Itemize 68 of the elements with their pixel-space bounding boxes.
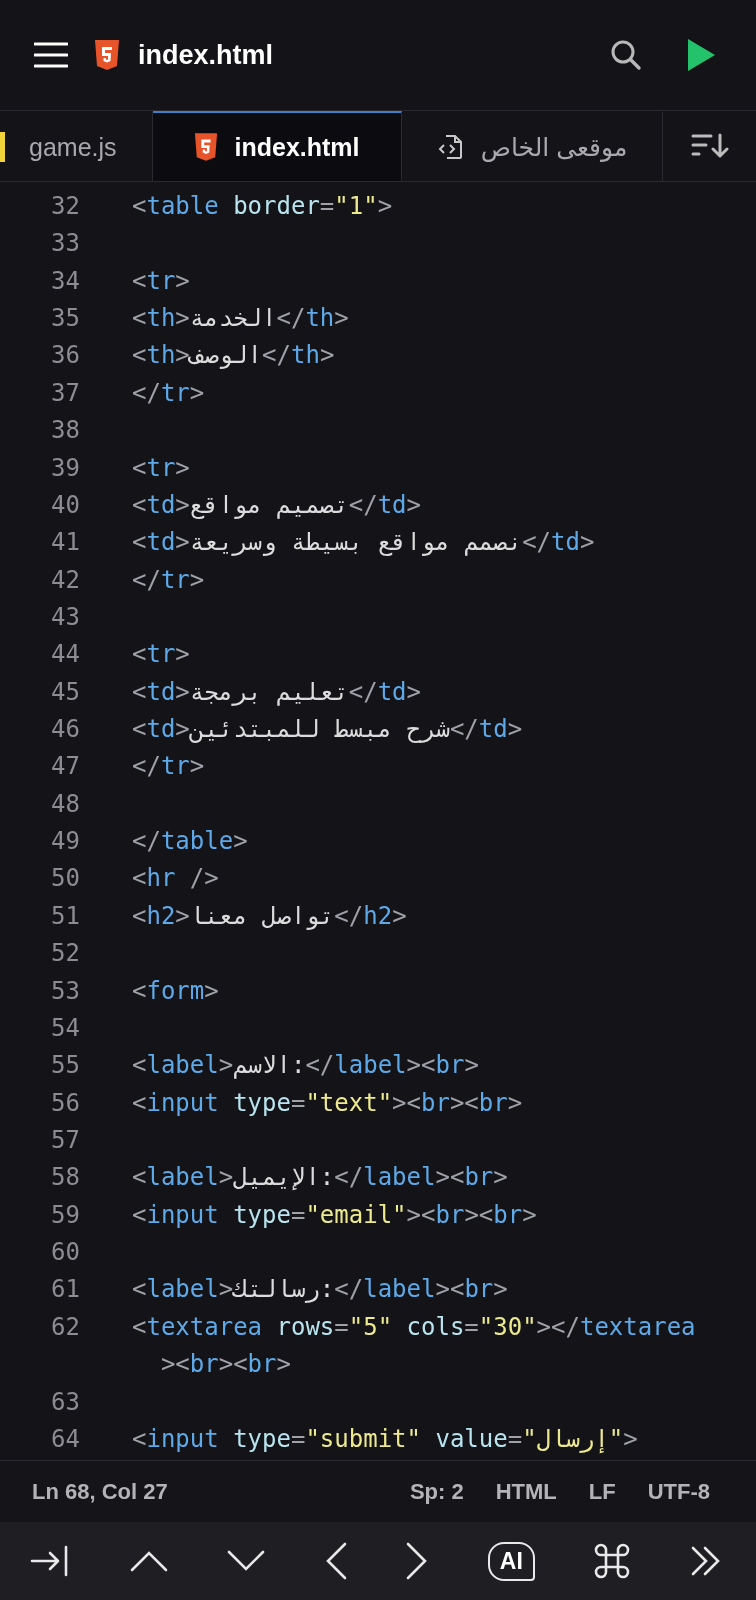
line-number: 33 xyxy=(50,228,80,260)
status-item[interactable]: HTML xyxy=(495,1478,557,1505)
code-line: <hr /> xyxy=(132,863,220,895)
double-chevron-icon[interactable] xyxy=(689,1545,722,1577)
line-number: 50 xyxy=(50,863,80,895)
line-number: 56 xyxy=(50,1087,80,1119)
code-line: <tr> xyxy=(132,265,191,297)
line-number: 61 xyxy=(50,1274,80,1306)
line-number: 45 xyxy=(50,676,80,708)
html5-icon xyxy=(194,133,219,161)
chevron-up-icon[interactable] xyxy=(129,1550,168,1572)
line-number: 36 xyxy=(50,340,80,372)
line-number: 63 xyxy=(50,1386,80,1418)
code-line: <tr> xyxy=(132,639,191,671)
line-number: 46 xyxy=(50,714,80,746)
code-line: <input type="email"><br><br> xyxy=(132,1199,538,1231)
code-line: <table border="1"> xyxy=(132,191,394,222)
code-line: </table> xyxy=(132,826,249,858)
code-line: </tr> xyxy=(132,751,206,783)
code-line: <input type="text"><br><br> xyxy=(132,1087,524,1119)
code-line: <tr> xyxy=(132,452,191,484)
line-number: 38 xyxy=(50,415,80,447)
chevron-left-icon[interactable] xyxy=(324,1542,347,1580)
sort-icon xyxy=(690,132,729,160)
search-icon[interactable] xyxy=(610,39,642,71)
code-line: <form> xyxy=(132,975,220,1007)
chevron-right-icon[interactable] xyxy=(406,1542,429,1580)
menu-icon[interactable] xyxy=(34,42,68,68)
code-line: </tr> xyxy=(132,564,206,596)
status-item[interactable]: UTF-8 xyxy=(647,1478,710,1505)
line-number: 49 xyxy=(50,826,80,858)
html5-icon xyxy=(94,40,120,70)
code-line: <textarea rows="5" cols="30"></textarea ><br><br> xyxy=(132,1311,697,1381)
command-key-icon[interactable] xyxy=(594,1543,631,1579)
line-number: 35 xyxy=(50,303,80,335)
line-number: 60 xyxy=(50,1237,80,1269)
line-number: 32 xyxy=(50,191,80,222)
line-number: 43 xyxy=(50,601,80,633)
line-number: 51 xyxy=(50,900,80,932)
line-number: 41 xyxy=(50,527,80,559)
line-number: 62 xyxy=(50,1311,80,1343)
line-number: 39 xyxy=(50,452,80,484)
file-tab[interactable]: موقعى الخاص xyxy=(402,111,663,181)
code-line: </tr> xyxy=(132,377,206,409)
line-number: 64 xyxy=(50,1423,80,1455)
line-number: 52 xyxy=(50,938,80,970)
status-item[interactable]: LF xyxy=(588,1478,616,1505)
line-number: 58 xyxy=(50,1162,80,1194)
line-number: 55 xyxy=(50,1050,80,1082)
line-number: 59 xyxy=(50,1199,80,1231)
line-number: 37 xyxy=(50,377,80,409)
file-tab[interactable]: index.html xyxy=(153,111,402,181)
file-title: index.html xyxy=(138,39,273,71)
line-number: 40 xyxy=(50,489,80,521)
chevron-down-icon[interactable] xyxy=(227,1550,266,1572)
line-number: 53 xyxy=(50,975,80,1007)
line-number: 47 xyxy=(50,751,80,783)
line-number: 34 xyxy=(50,265,80,297)
play-icon[interactable] xyxy=(686,38,716,72)
status-item[interactable]: Sp: 2 xyxy=(409,1478,464,1505)
line-number: 42 xyxy=(50,564,80,596)
cursor-position[interactable]: Ln 68, Col 27 xyxy=(32,1478,168,1505)
line-number: 48 xyxy=(50,788,80,820)
code-file-icon xyxy=(436,133,465,161)
ai-button[interactable]: AI xyxy=(487,1541,535,1581)
line-number: 57 xyxy=(50,1125,80,1156)
line-number: 44 xyxy=(50,639,80,671)
line-number: 54 xyxy=(50,1012,80,1044)
